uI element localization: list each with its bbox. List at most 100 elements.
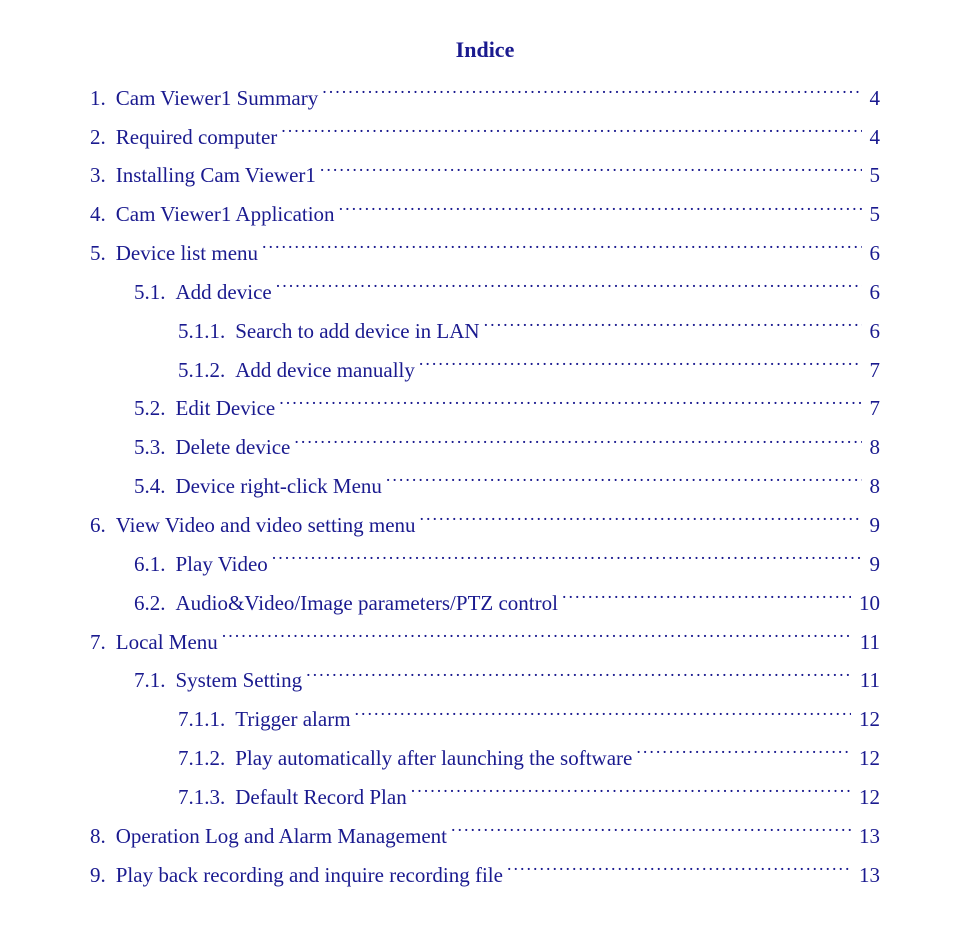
toc-entry-label: Edit Device: [176, 389, 276, 428]
toc-entry[interactable]: 5.1.Add device 6: [90, 273, 880, 312]
toc-entry[interactable]: 3.Installing Cam Viewer1 5: [90, 156, 880, 195]
toc-entry[interactable]: 7.1.System Setting11: [90, 661, 880, 700]
toc-entry[interactable]: 7.1.1.Trigger alarm 12: [90, 700, 880, 739]
toc-entry-label: Required computer: [116, 118, 278, 157]
toc-entry[interactable]: 5.1.2.Add device manually 7: [90, 351, 880, 390]
toc-entry-page: 5: [866, 156, 881, 195]
toc-leader-dots: [484, 317, 862, 338]
toc-leader-dots: [294, 433, 861, 454]
toc-entry-label: Device right-click Menu: [176, 467, 382, 506]
toc-leader-dots: [279, 394, 861, 415]
toc-entry-number: 2.: [90, 118, 112, 157]
toc-entry-number: 7.1.2.: [178, 739, 231, 778]
toc-entry[interactable]: 8.Operation Log and Alarm Management13: [90, 817, 880, 856]
toc-entry-number: 8.: [90, 817, 112, 856]
toc-leader-dots: [420, 511, 862, 532]
toc-entry-number: 5.3.: [134, 428, 172, 467]
toc-entry[interactable]: 7.1.2.Play automatically after launching…: [90, 739, 880, 778]
toc-entry[interactable]: 9.Play back recording and inquire record…: [90, 856, 880, 895]
toc-entry-page: 8: [866, 467, 881, 506]
toc-entry-number: 6.2.: [134, 584, 172, 623]
toc-entry[interactable]: 2.Required computer 4: [90, 118, 880, 157]
toc-entry[interactable]: 6.1.Play Video 9: [90, 545, 880, 584]
toc-entry[interactable]: 5.4.Device right-click Menu 8: [90, 467, 880, 506]
toc-entry-page: 6: [866, 234, 881, 273]
toc-entry-page: 6: [866, 273, 881, 312]
toc-entry-number: 5.1.1.: [178, 312, 231, 351]
toc-entry-label: System Setting: [176, 661, 303, 700]
toc-entry-label: Local Menu: [116, 623, 218, 662]
toc-entry-page: 9: [866, 506, 881, 545]
toc-entry-page: 7: [866, 389, 881, 428]
toc-entry-number: 7.1.3.: [178, 778, 231, 817]
toc-entry-label: Add device manually: [235, 351, 415, 390]
toc-entry-number: 9.: [90, 856, 112, 895]
toc-entry-label: Audio&Video/Image parameters/PTZ control: [176, 584, 558, 623]
toc-entry[interactable]: 5.3.Delete device8: [90, 428, 880, 467]
toc-entry-label: Trigger alarm: [235, 700, 350, 739]
toc-entry-label: Play back recording and inquire recordin…: [116, 856, 503, 895]
toc-entry-label: Play Video: [176, 545, 268, 584]
toc-entry-number: 6.1.: [134, 545, 172, 584]
toc-entry-label: View Video and video setting menu: [116, 506, 416, 545]
toc-leader-dots: [636, 744, 851, 765]
toc-leader-dots: [451, 822, 851, 843]
toc-entry-label: Cam Viewer1 Summary: [116, 79, 318, 118]
toc-leader-dots: [272, 550, 862, 571]
toc-leader-dots: [276, 278, 862, 299]
table-of-contents: 1.Cam Viewer1 Summary42.Required compute…: [90, 79, 880, 895]
toc-entry-page: 4: [866, 79, 881, 118]
toc-entry[interactable]: 6.2.Audio&Video/Image parameters/PTZ con…: [90, 584, 880, 623]
toc-leader-dots: [419, 356, 862, 377]
toc-leader-dots: [320, 161, 862, 182]
toc-entry-page: 11: [856, 661, 880, 700]
toc-entry[interactable]: 5.1.1.Search to add device in LAN 6: [90, 312, 880, 351]
toc-leader-dots: [386, 472, 862, 493]
page-title: Indice: [90, 30, 880, 71]
toc-entry-number: 1.: [90, 79, 112, 118]
toc-entry-page: 11: [856, 623, 880, 662]
toc-entry-label: Default Record Plan: [235, 778, 406, 817]
toc-entry-label: Search to add device in LAN: [235, 312, 479, 351]
toc-entry-page: 7: [866, 351, 881, 390]
toc-entry-number: 5.: [90, 234, 112, 273]
toc-leader-dots: [262, 239, 861, 260]
toc-leader-dots: [339, 200, 862, 221]
toc-entry-label: Add device: [176, 273, 272, 312]
toc-entry[interactable]: 7.Local Menu 11: [90, 623, 880, 662]
toc-entry-label: Operation Log and Alarm Management: [116, 817, 447, 856]
toc-entry-number: 5.1.2.: [178, 351, 231, 390]
toc-entry[interactable]: 6.View Video and video setting menu 9: [90, 506, 880, 545]
toc-entry-number: 5.4.: [134, 467, 172, 506]
toc-entry-page: 9: [866, 545, 881, 584]
toc-entry-number: 5.1.: [134, 273, 172, 312]
toc-leader-dots: [281, 123, 861, 144]
toc-entry-number: 5.2.: [134, 389, 172, 428]
toc-leader-dots: [222, 628, 852, 649]
toc-entry[interactable]: 5.2.Edit Device 7: [90, 389, 880, 428]
toc-entry-number: 4.: [90, 195, 112, 234]
toc-entry[interactable]: 5.Device list menu 6: [90, 234, 880, 273]
toc-entry[interactable]: 1.Cam Viewer1 Summary 4: [90, 79, 880, 118]
toc-leader-dots: [411, 783, 851, 804]
toc-leader-dots: [507, 861, 851, 882]
toc-entry-page: 8: [866, 428, 881, 467]
toc-entry[interactable]: 4.Cam Viewer1 Application5: [90, 195, 880, 234]
toc-leader-dots: [355, 705, 851, 726]
toc-entry-number: 3.: [90, 156, 112, 195]
toc-entry-label: Device list menu: [116, 234, 258, 273]
toc-entry-number: 6.: [90, 506, 112, 545]
toc-entry-page: 12: [855, 700, 880, 739]
toc-entry-page: 13: [855, 856, 880, 895]
toc-leader-dots: [322, 84, 861, 105]
toc-entry-label: Installing Cam Viewer1: [116, 156, 316, 195]
toc-entry-page: 6: [866, 312, 881, 351]
toc-entry-label: Cam Viewer1 Application: [116, 195, 335, 234]
toc-entry[interactable]: 7.1.3.Default Record Plan 12: [90, 778, 880, 817]
toc-entry-number: 7.: [90, 623, 112, 662]
toc-entry-page: 10: [855, 584, 880, 623]
toc-entry-page: 4: [866, 118, 881, 157]
toc-entry-label: Play automatically after launching the s…: [235, 739, 632, 778]
toc-entry-number: 7.1.1.: [178, 700, 231, 739]
toc-entry-page: 12: [855, 778, 880, 817]
